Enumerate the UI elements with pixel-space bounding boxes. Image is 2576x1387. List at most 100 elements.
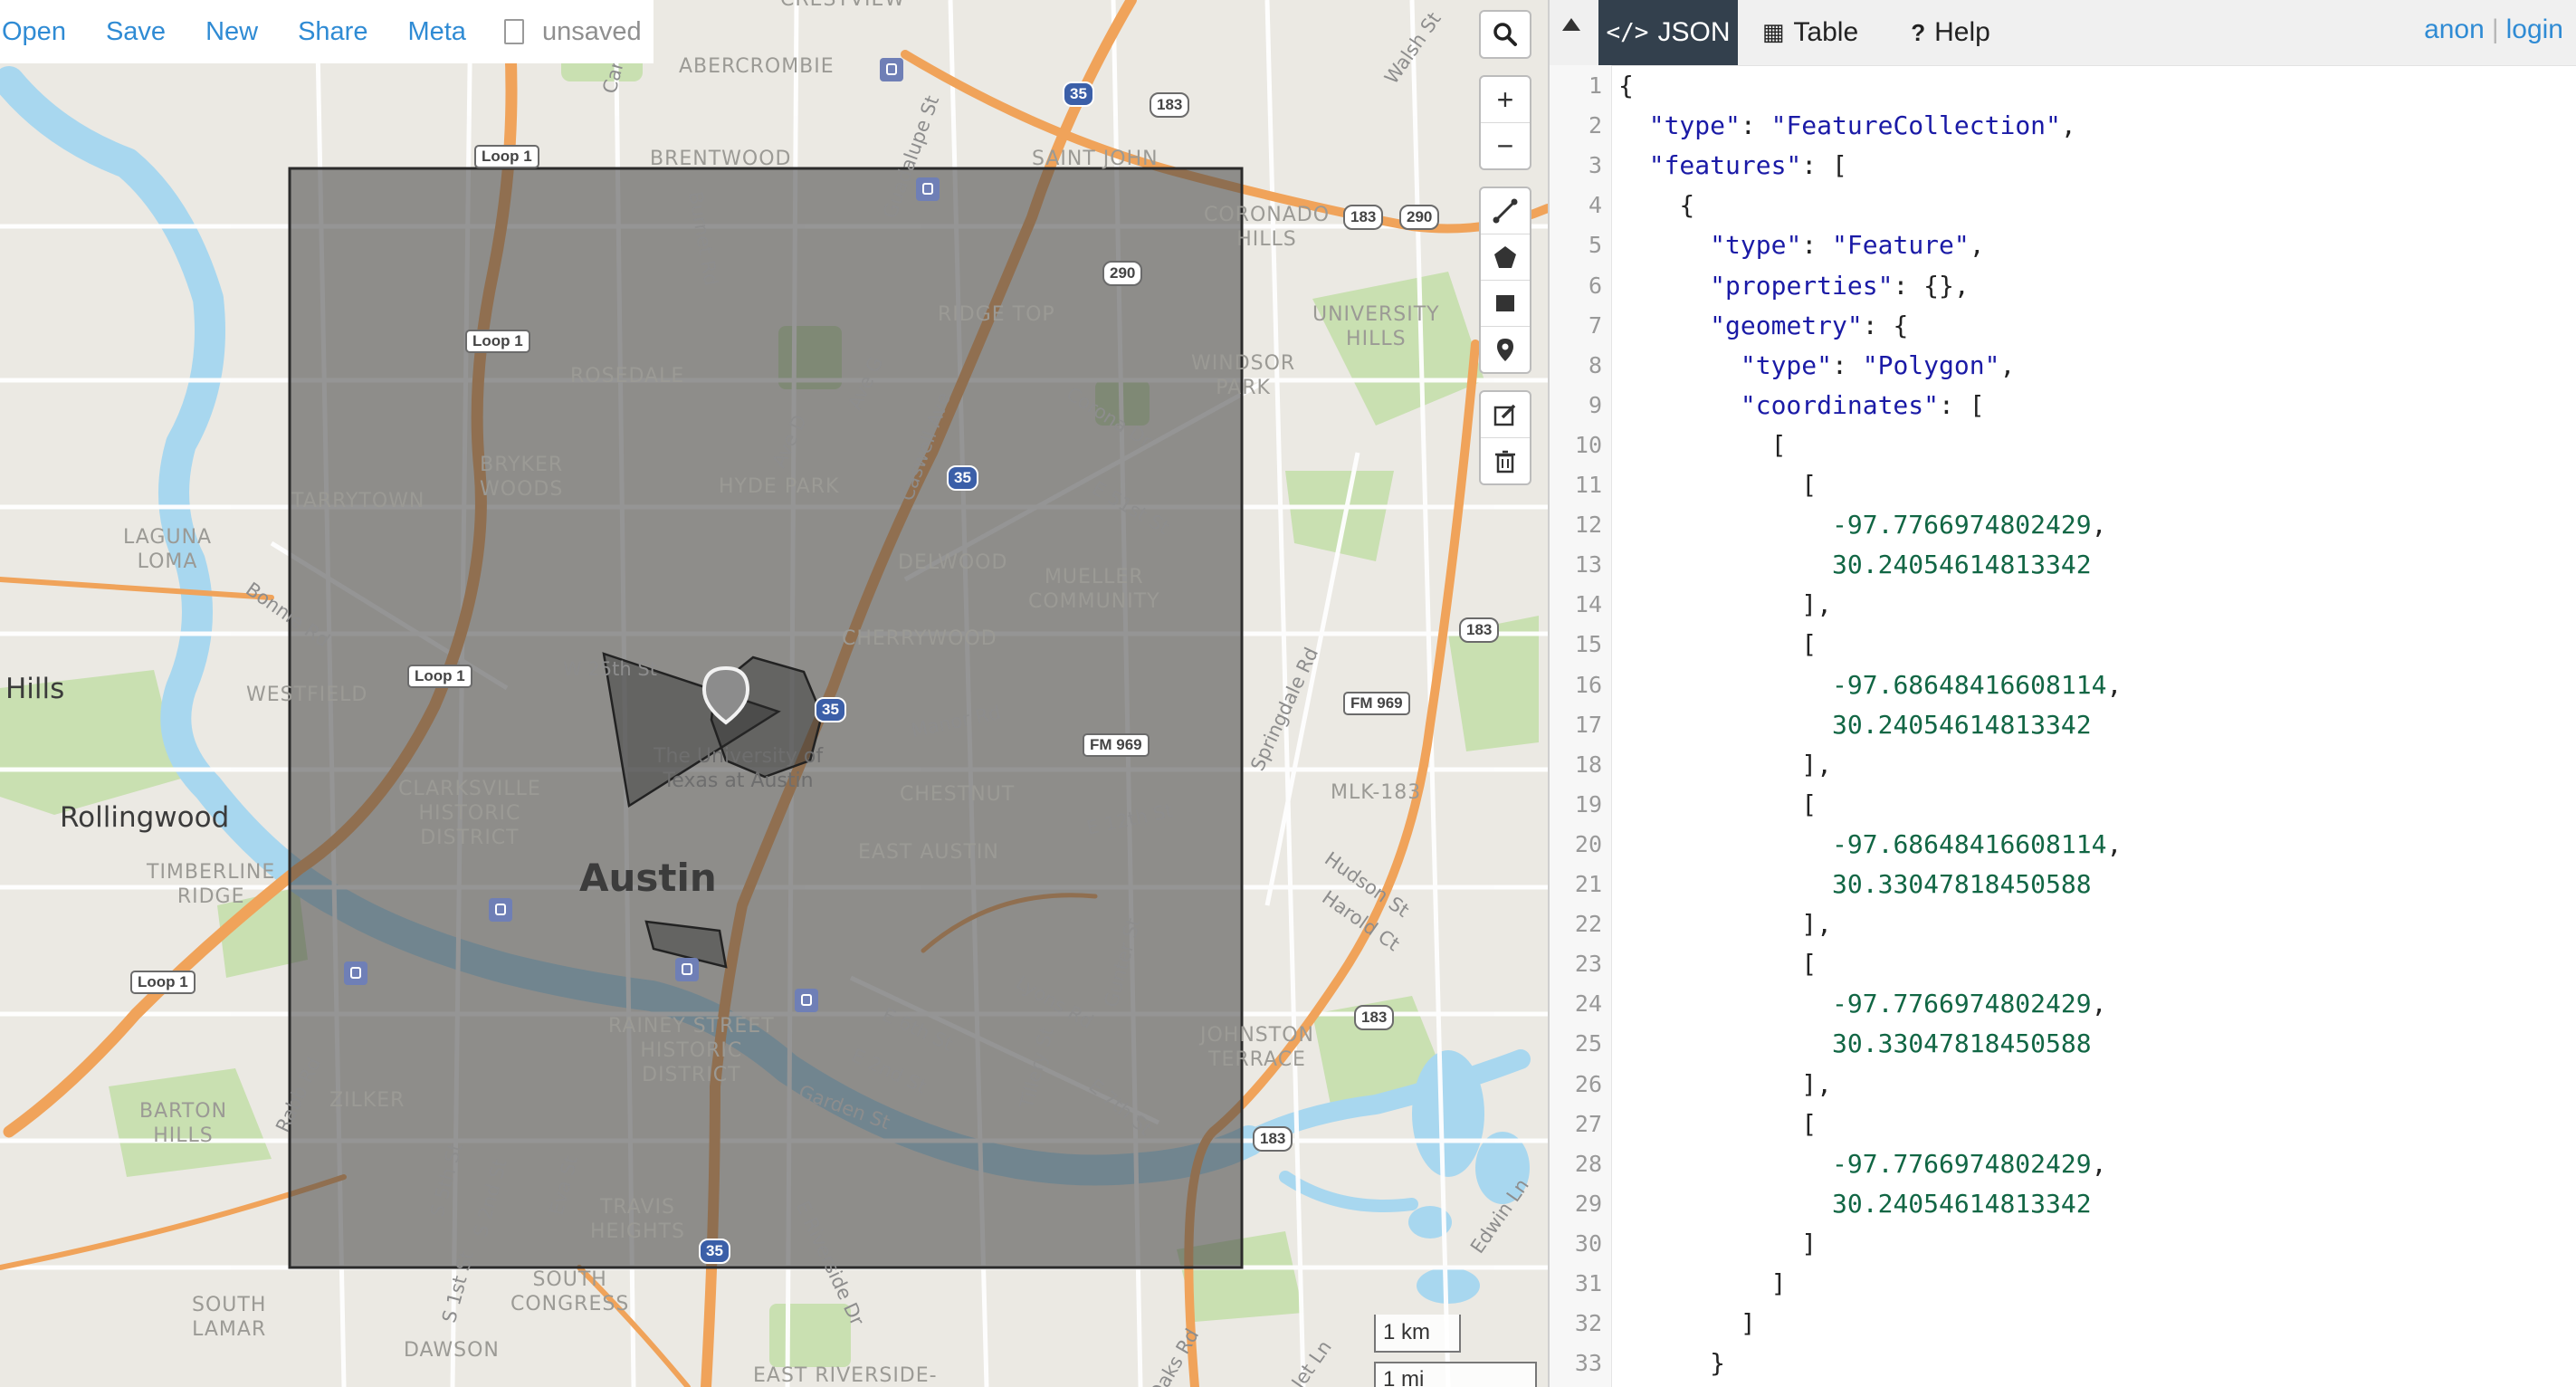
tab-help-label: Help bbox=[1934, 17, 1990, 47]
delete-layers-button[interactable] bbox=[1481, 438, 1530, 483]
code-line: [ bbox=[1618, 789, 1818, 819]
tab-help[interactable]: ? Help bbox=[1883, 0, 2018, 65]
shield-us183: 183 bbox=[1150, 92, 1190, 118]
transit-icon bbox=[880, 58, 903, 81]
rectangle-icon bbox=[1496, 295, 1514, 311]
label-rainey: RAINEY STREET HISTORIC DISTRICT bbox=[608, 1015, 775, 1086]
zoom-in-button[interactable]: + bbox=[1481, 77, 1530, 123]
scale-bar-mi: 1 mi bbox=[1374, 1362, 1537, 1387]
label-university-hills: UNIVERSITY HILLS bbox=[1312, 303, 1440, 350]
code-line: ], bbox=[1618, 909, 1833, 940]
menu-new[interactable]: New bbox=[205, 17, 258, 47]
transit-icon bbox=[489, 898, 512, 922]
label-travis: TRAVIS HEIGHTS bbox=[590, 1196, 685, 1243]
draw-line-button[interactable] bbox=[1481, 188, 1530, 234]
code-line: 30.24054614813342 bbox=[1832, 550, 2092, 580]
code-line: [ bbox=[1618, 629, 1818, 660]
tab-table[interactable]: ▦ Table bbox=[1738, 0, 1883, 65]
line-number: 29 bbox=[1574, 1190, 1602, 1217]
shield-i35: 35 bbox=[699, 1239, 730, 1264]
auth-links: anon | login bbox=[2424, 14, 2563, 45]
auth-separator: | bbox=[2491, 14, 2499, 44]
line-number: 12 bbox=[1574, 512, 1602, 539]
label-dawson: DAWSON bbox=[404, 1339, 500, 1362]
json-editor[interactable]: 1 2 3 4 5 6 7 8 9 10 11 12 13 14 15 16 17 18 19 20 21 22 23 24 2… bbox=[1550, 65, 2576, 1387]
label-crestview: CRESTVIEW bbox=[780, 0, 905, 12]
label-east-austin: EAST AUSTIN bbox=[858, 841, 999, 864]
code-line: ], bbox=[1618, 749, 1833, 780]
login-link[interactable]: login bbox=[2506, 14, 2563, 44]
code-line: "properties": {}, bbox=[1710, 270, 1970, 301]
code-line: 30.24054614813342 bbox=[1832, 709, 2092, 740]
sidebar: </> JSON ▦ Table ? Help anon | login 12345… bbox=[1550, 0, 2576, 1387]
code-line: -97.68648416608114, bbox=[1832, 828, 2123, 859]
shield-i35: 35 bbox=[815, 697, 846, 722]
line-number: 25 bbox=[1574, 1030, 1602, 1057]
code-line: ], bbox=[1618, 1068, 1833, 1099]
label-brentwood: BRENTWOOD bbox=[650, 148, 792, 170]
label-hyde-park: HYDE PARK bbox=[719, 475, 840, 498]
line-number: 30 bbox=[1574, 1229, 1602, 1257]
code-line: [ bbox=[1618, 1108, 1818, 1139]
shield-us183: 183 bbox=[1253, 1126, 1293, 1152]
code-line: "geometry": { bbox=[1710, 310, 1909, 340]
search-button[interactable] bbox=[1481, 12, 1530, 57]
line-number: 31 bbox=[1574, 1270, 1602, 1296]
line-number: 11 bbox=[1574, 472, 1602, 498]
trash-icon bbox=[1495, 450, 1515, 473]
label-mueller: MUELLER COMMUNITY bbox=[1028, 566, 1160, 613]
menu-meta[interactable]: Meta bbox=[407, 17, 465, 47]
collapse-arrow-icon[interactable] bbox=[1562, 18, 1580, 31]
shield-us290: 290 bbox=[1399, 205, 1440, 230]
document-icon bbox=[503, 19, 524, 44]
label-johnston: JOHNSTON TERRACE bbox=[1200, 1024, 1314, 1071]
line-number: 33 bbox=[1574, 1350, 1602, 1377]
code-line: -97.68648416608114, bbox=[1832, 669, 2123, 700]
code-line: 30.33047818450588 bbox=[1832, 869, 2092, 899]
label-south-lamar: SOUTH LAMAR bbox=[192, 1294, 267, 1341]
menu-share[interactable]: Share bbox=[298, 17, 367, 47]
edit-layers-button[interactable] bbox=[1481, 392, 1530, 438]
label-chestnut: CHESTNUT bbox=[900, 783, 1016, 806]
line-gutter: 1 2 3 4 5 6 7 8 9 10 11 12 13 14 15 16 17 18 19 20 21 22 23 24 2… bbox=[1550, 65, 1612, 1387]
label-austin: Austin bbox=[579, 856, 717, 900]
line-number: 6 bbox=[1588, 272, 1602, 299]
code-line: 30.24054614813342 bbox=[1832, 1188, 2092, 1219]
label-tarrytown: TARRYTOWN bbox=[291, 490, 425, 512]
transit-icon bbox=[344, 961, 367, 985]
menu-open[interactable]: Open bbox=[2, 17, 66, 47]
line-number: 2 bbox=[1588, 112, 1602, 139]
line-number: 23 bbox=[1574, 951, 1602, 978]
tab-json-label: JSON bbox=[1657, 17, 1731, 47]
label-abercrombie: ABERCROMBIE bbox=[679, 55, 835, 78]
label-ridge-top: RIDGE TOP bbox=[938, 303, 1055, 326]
code-line: -97.7766974802429, bbox=[1832, 510, 2107, 540]
draw-rectangle-button[interactable] bbox=[1481, 281, 1530, 327]
shield-us183: 183 bbox=[1354, 1005, 1395, 1030]
label-hills: Hills bbox=[5, 673, 65, 705]
shield-loop1: Loop 1 bbox=[474, 145, 539, 168]
zoom-control: + − bbox=[1479, 75, 1531, 170]
code-line: 30.33047818450588 bbox=[1832, 1028, 2092, 1059]
code-line: "coordinates": [ bbox=[1740, 389, 1985, 420]
label-university-line1: The University of bbox=[654, 745, 824, 768]
line-number: 5 bbox=[1588, 232, 1602, 259]
line-number: 8 bbox=[1588, 351, 1602, 378]
code-line: ] bbox=[1618, 1268, 1787, 1298]
draw-marker-button[interactable] bbox=[1481, 327, 1530, 372]
shield-fm969: FM 969 bbox=[1343, 692, 1410, 715]
draw-polygon-button[interactable] bbox=[1481, 234, 1530, 281]
map-controls: + − bbox=[1479, 10, 1531, 502]
label-rollingwood: Rollingwood bbox=[60, 801, 230, 834]
code-line: -97.7766974802429, bbox=[1832, 989, 2107, 1019]
label-barton-hills: BARTON HILLS bbox=[139, 1100, 228, 1147]
menu-save[interactable]: Save bbox=[106, 17, 166, 47]
label-mlk: MLK-183 bbox=[1331, 781, 1422, 804]
zoom-out-button[interactable]: − bbox=[1481, 123, 1530, 168]
label-timberline: TIMBERLINE RIDGE bbox=[147, 861, 276, 908]
code-line: ], bbox=[1618, 589, 1833, 620]
tab-json[interactable]: </> JSON bbox=[1598, 0, 1738, 65]
anon-link[interactable]: anon bbox=[2424, 14, 2485, 44]
line-number: 10 bbox=[1574, 431, 1602, 458]
map-canvas[interactable]: CRESTVIEW ABERCROMBIE BRENTWOOD SAINT JO… bbox=[0, 0, 1548, 1387]
